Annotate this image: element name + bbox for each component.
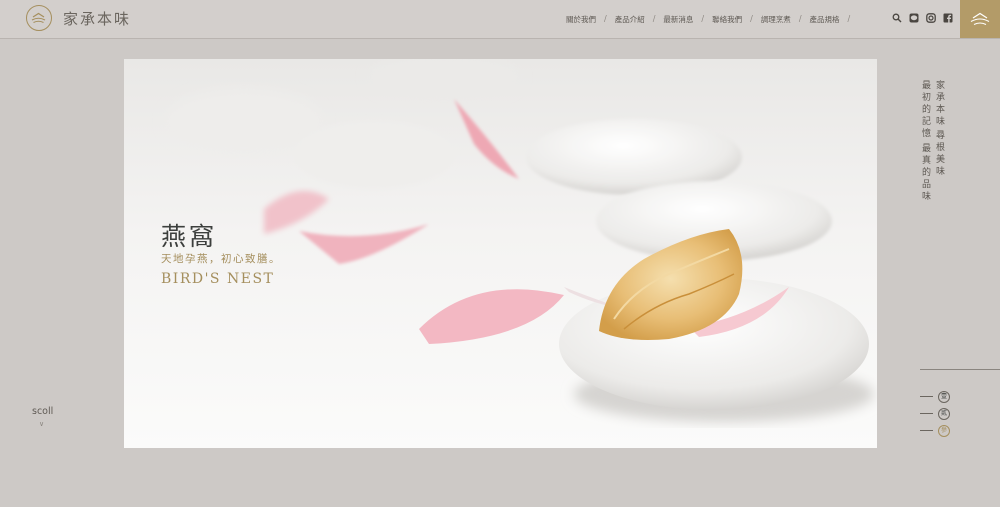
- pager-dash: [920, 413, 933, 414]
- nav-separator: /: [652, 14, 656, 23]
- menu-button[interactable]: [960, 0, 1000, 38]
- side-divider: [920, 369, 1000, 370]
- scroll-down-icon[interactable]: ∨: [39, 420, 44, 428]
- nav-separator: /: [701, 14, 705, 23]
- nav-separator: /: [847, 14, 851, 23]
- nav-separator: /: [750, 14, 753, 23]
- nav-specs[interactable]: 產品規格: [804, 14, 846, 25]
- search-icon[interactable]: [892, 13, 902, 23]
- brand-logo[interactable]: 家承本味: [26, 5, 131, 31]
- pager-number: 貳: [938, 407, 950, 420]
- hero-subtitle: 天地孕燕，初心致膳。: [161, 253, 281, 265]
- instagram-icon[interactable]: [926, 13, 936, 23]
- nav-separator: /: [604, 14, 607, 23]
- side-text-line-2: 尋根美味: [934, 130, 944, 178]
- top-bar: 家承本味 關於我們 / 產品介紹 / 最新消息 / 聯絡我們 / 調理烹煮 / …: [0, 0, 1000, 39]
- line-icon[interactable]: [909, 13, 919, 23]
- nav-contact[interactable]: 聯絡我們: [706, 14, 748, 25]
- pager-number: 參: [938, 424, 950, 437]
- menu-icon: [970, 12, 990, 25]
- nav-cooking[interactable]: 調理烹煮: [755, 14, 797, 25]
- nav-separator: /: [798, 14, 802, 23]
- pager-dash: [920, 430, 933, 431]
- social-icons: [892, 13, 953, 23]
- slide-pager: 壹 貳 參: [920, 388, 950, 439]
- nav-news[interactable]: 最新消息: [657, 14, 699, 25]
- pager-number: 壹: [938, 390, 950, 403]
- facebook-icon[interactable]: [943, 13, 953, 23]
- logo-mark-icon: [26, 5, 52, 31]
- side-text-line-3: 最初的記憶: [920, 80, 930, 140]
- hero-english-title: BIRD'S NEST: [161, 271, 275, 287]
- brand-name: 家承本味: [63, 9, 132, 28]
- pager-item-1[interactable]: 壹: [920, 388, 950, 405]
- main-nav: 關於我們 / 產品介紹 / 最新消息 / 聯絡我們 / 調理烹煮 / 產品規格 …: [560, 14, 852, 25]
- side-text-line-1: 家承本味: [934, 80, 944, 128]
- hero-title: 燕窩: [161, 222, 218, 251]
- scroll-label: scoll: [32, 406, 54, 417]
- pager-item-3[interactable]: 參: [920, 422, 950, 439]
- pager-dash: [920, 396, 933, 397]
- nav-about[interactable]: 關於我們: [560, 14, 602, 25]
- pager-item-2[interactable]: 貳: [920, 405, 950, 422]
- hero-banner: 燕窩 天地孕燕，初心致膳。 BIRD'S NEST: [124, 59, 877, 448]
- nav-products[interactable]: 產品介紹: [609, 14, 651, 25]
- side-text-line-4: 最真的品味: [920, 143, 930, 203]
